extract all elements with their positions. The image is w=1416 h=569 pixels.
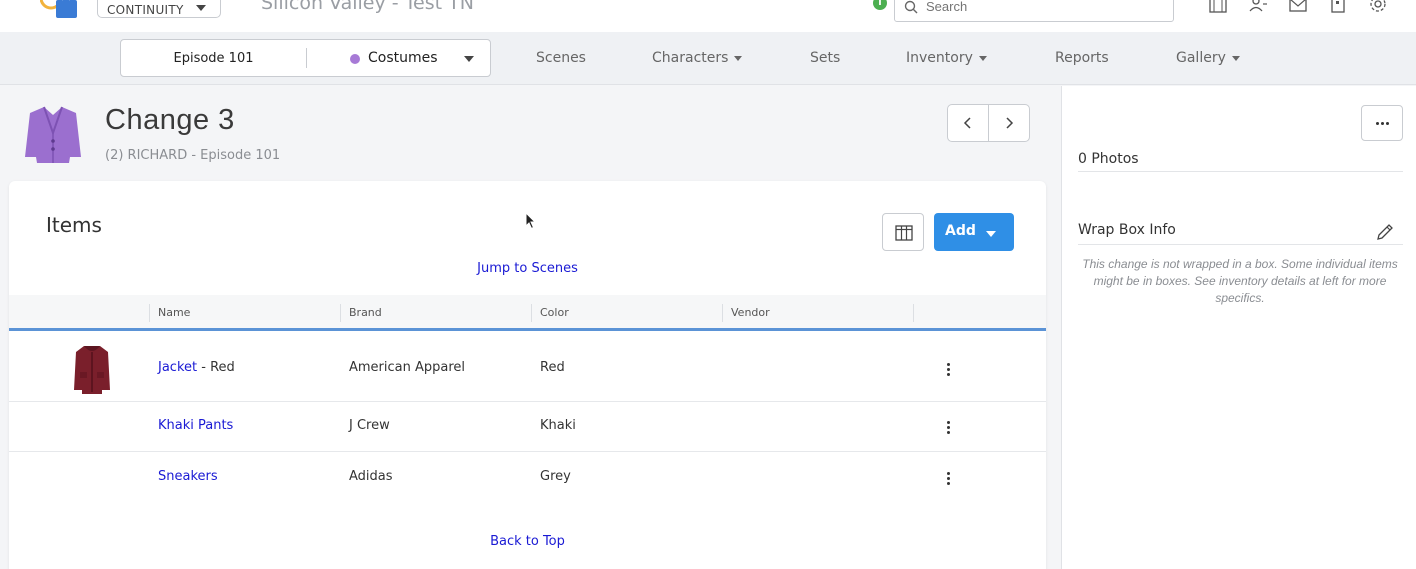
add-button-label: Add (945, 223, 976, 239)
gear-icon[interactable] (1368, 0, 1388, 14)
right-panel: 0 Photos Wrap Box Info This change is no… (1061, 86, 1416, 569)
ellipsis-icon (1376, 122, 1379, 125)
nav-gallery-label: Gallery (1176, 50, 1226, 66)
add-button[interactable]: Add (934, 213, 1014, 251)
app-selector[interactable]: CONTINUITY (97, 0, 221, 18)
photos-count: 0 Photos (1078, 151, 1139, 167)
info-icon[interactable]: i (873, 0, 887, 10)
nav-characters[interactable]: Characters (652, 50, 743, 66)
table-header: Name Brand Color Vendor (9, 295, 1046, 331)
item-brand: J Crew (349, 418, 390, 433)
document-icon[interactable] (1328, 0, 1348, 14)
divider (1078, 244, 1403, 245)
divider (1078, 171, 1403, 172)
nav-sets[interactable]: Sets (810, 50, 840, 66)
chevron-down-icon (734, 55, 743, 61)
nav-inventory-label: Inventory (906, 50, 973, 66)
nav-scenes-label: Scenes (536, 50, 586, 66)
film-icon[interactable] (1208, 0, 1228, 14)
jacket-thumbnail[interactable] (72, 342, 112, 394)
search-box[interactable] (894, 0, 1174, 22)
next-button[interactable] (989, 105, 1030, 141)
search-icon (904, 0, 918, 14)
nav-bar: Episode 101 Costumes Scenes Characters S… (0, 32, 1416, 85)
column-divider (149, 304, 150, 322)
pencil-icon[interactable] (1375, 222, 1395, 242)
chevron-down-icon (196, 5, 206, 11)
pager (947, 104, 1030, 142)
back-to-top-link[interactable]: Back to Top (9, 534, 1046, 549)
jacket-icon (25, 106, 81, 163)
project-title: Silicon Valley - Test TN (261, 0, 474, 14)
app-selector-label: CONTINUITY (107, 3, 184, 17)
column-header-name[interactable]: Name (158, 306, 190, 319)
item-color: Khaki (540, 418, 576, 433)
column-divider (722, 304, 723, 322)
item-name-link[interactable]: Jacket (158, 360, 197, 375)
columns-icon (895, 225, 913, 241)
items-title: Items (46, 213, 102, 237)
more-options-button[interactable] (1361, 105, 1403, 141)
jump-to-scenes-link[interactable]: Jump to Scenes (9, 261, 1046, 276)
column-divider (531, 304, 532, 322)
item-name-link[interactable]: Sneakers (158, 469, 218, 484)
table-row: Jacket - Red American Apparel Red (9, 334, 1046, 402)
chevron-down-icon (1231, 55, 1240, 61)
items-card: Items Add Jump to Scenes Name Brand Colo… (9, 181, 1046, 569)
clapperboard-logo-icon[interactable] (40, 0, 80, 22)
divider (306, 48, 307, 68)
nav-reports-label: Reports (1055, 50, 1109, 66)
nav-inventory[interactable]: Inventory (906, 50, 987, 66)
nav-characters-label: Characters (652, 50, 729, 66)
page-title: Change 3 (105, 104, 235, 136)
column-divider (913, 304, 914, 322)
nav-gallery[interactable]: Gallery (1176, 50, 1240, 66)
item-name-suffix: - Red (197, 360, 235, 375)
item-color: Red (540, 360, 565, 375)
nav-scenes[interactable]: Scenes (536, 50, 586, 66)
chevron-right-icon (1006, 117, 1014, 129)
chevron-down-icon[interactable] (464, 56, 474, 62)
table-row: Khaki Pants J Crew Khaki (9, 402, 1046, 452)
row-menu-icon[interactable] (947, 421, 951, 436)
chevron-left-icon (963, 117, 971, 129)
episode-selector[interactable]: Episode 101 (121, 51, 306, 66)
mouse-cursor-icon (525, 212, 537, 230)
envelope-icon[interactable] (1288, 0, 1308, 14)
column-header-vendor[interactable]: Vendor (731, 306, 770, 319)
top-header: CONTINUITY Silicon Valley - Test TN i (0, 0, 1416, 32)
wrap-box-note: This change is not wrapped in a box. Som… (1082, 257, 1398, 305)
episode-department-selector[interactable]: Episode 101 Costumes (120, 39, 491, 77)
item-brand: American Apparel (349, 360, 466, 375)
chevron-down-icon (986, 231, 996, 237)
user-list-icon[interactable] (1248, 0, 1268, 14)
department-selector[interactable]: Costumes (368, 50, 438, 66)
item-name-cell: Khaki Pants (158, 418, 233, 433)
column-header-color[interactable]: Color (540, 306, 569, 319)
item-name-link[interactable]: Khaki Pants (158, 418, 233, 433)
column-header-brand[interactable]: Brand (349, 306, 382, 319)
search-input[interactable] (926, 0, 1156, 14)
row-menu-icon[interactable] (947, 472, 951, 487)
nav-sets-label: Sets (810, 50, 841, 66)
chevron-down-icon (978, 55, 987, 61)
nav-reports[interactable]: Reports (1055, 50, 1109, 66)
previous-button[interactable] (948, 105, 989, 141)
item-color: Grey (540, 469, 571, 484)
page-subtitle: (2) RICHARD - Episode 101 (105, 148, 281, 163)
row-menu-icon[interactable] (947, 363, 951, 378)
item-brand: Adidas (349, 469, 393, 484)
department-color-dot (350, 54, 360, 64)
item-name-cell: Sneakers (158, 469, 218, 484)
table-row: Sneakers Adidas Grey (9, 452, 1046, 502)
column-divider (340, 304, 341, 322)
columns-button[interactable] (882, 213, 924, 251)
item-name-cell: Jacket - Red (158, 360, 235, 375)
wrap-box-heading: Wrap Box Info (1078, 222, 1176, 238)
